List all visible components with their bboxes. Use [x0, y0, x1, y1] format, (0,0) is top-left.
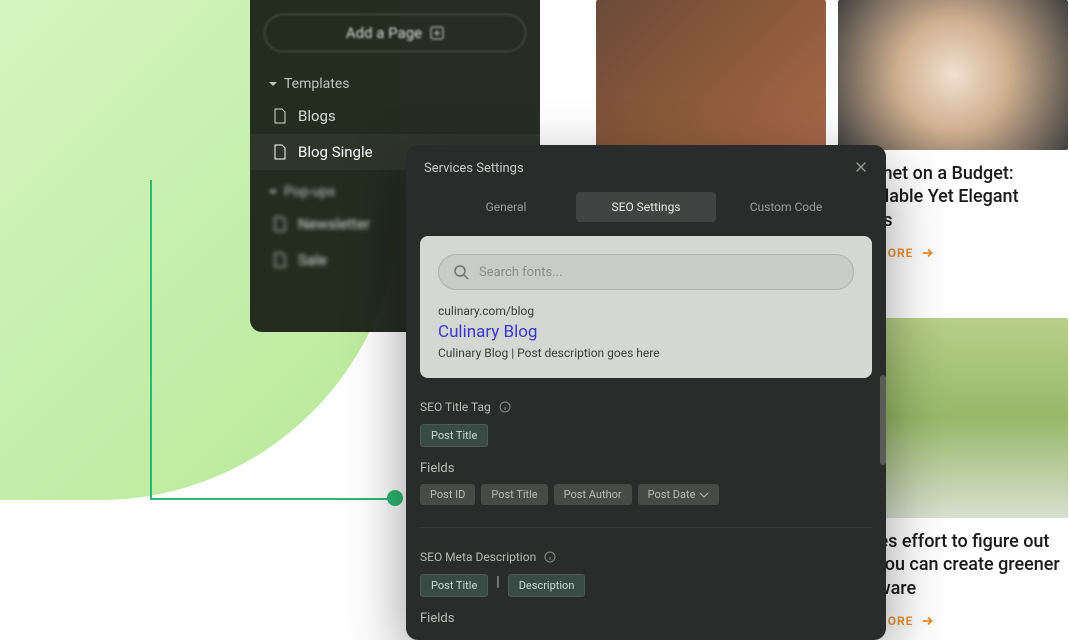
tab-custom-code[interactable]: Custom Code [716, 192, 856, 222]
chip-post-title[interactable]: Post Title [420, 574, 488, 597]
chevron-down-icon [699, 490, 709, 500]
field-chip[interactable]: Post Title [481, 484, 547, 505]
info-icon[interactable] [544, 551, 556, 563]
chip-description[interactable]: Description [508, 574, 586, 597]
article-card [596, 0, 826, 150]
search-icon [453, 264, 469, 280]
chip-post-title[interactable]: Post Title [420, 424, 488, 447]
arrow-right-icon [921, 614, 935, 628]
templates-section-toggle[interactable]: Templates [250, 70, 540, 98]
search-input[interactable]: Search fonts... [438, 254, 854, 290]
selected-chips: Post Title | Description [420, 574, 872, 597]
divider [420, 527, 872, 528]
sidebar-item-blogs[interactable]: Blogs [250, 98, 540, 134]
selected-chips: Post Title [420, 424, 872, 447]
field-chip-dropdown[interactable]: Post Date [638, 484, 720, 505]
panel-title: Services Settings [424, 161, 524, 176]
close-icon [854, 160, 868, 174]
services-settings-panel: Services Settings General SEO Settings C… [406, 145, 886, 640]
search-placeholder: Search fonts... [479, 265, 563, 280]
seo-preview-card: Search fonts... culinary.com/blog Culina… [420, 236, 872, 378]
fields-label: Fields [420, 461, 872, 476]
scrollbar[interactable] [880, 375, 886, 465]
page-icon [272, 216, 288, 232]
tab-general[interactable]: General [436, 192, 576, 222]
seo-title-section: SEO Title Tag Post Title Fields Post ID … [420, 400, 872, 505]
arrow-right-icon [921, 246, 935, 260]
page-icon [272, 144, 288, 160]
field-chip[interactable]: Post Author [554, 484, 632, 505]
page-icon [272, 108, 288, 124]
bracket-dot [387, 490, 403, 506]
article-image [596, 0, 826, 150]
seo-meta-label: SEO Meta Description [420, 550, 872, 564]
fields-label: Fields [420, 611, 872, 626]
available-fields: Post ID Post Title Post Author Post Date [420, 484, 872, 505]
info-icon[interactable] [499, 401, 511, 413]
article-image [838, 0, 1068, 150]
preview-description: Culinary Blog | Post description goes he… [438, 346, 854, 360]
add-page-button[interactable]: Add a Page [264, 14, 526, 52]
plus-icon [430, 26, 444, 40]
page-icon [272, 252, 288, 268]
chevron-down-icon [268, 187, 278, 197]
preview-url: culinary.com/blog [438, 304, 854, 318]
tab-seo-settings[interactable]: SEO Settings [576, 192, 716, 222]
seo-title-label: SEO Title Tag [420, 400, 872, 414]
close-button[interactable] [854, 159, 868, 178]
panel-header: Services Settings [406, 145, 886, 192]
chip-separator: | [494, 574, 501, 597]
settings-tabs: General SEO Settings Custom Code [406, 192, 886, 222]
seo-meta-section: SEO Meta Description Post Title | Descri… [420, 550, 872, 627]
panel-body: Search fonts... culinary.com/blog Culina… [406, 222, 886, 627]
preview-title: Culinary Blog [438, 322, 854, 342]
field-chip[interactable]: Post ID [420, 484, 475, 505]
chevron-down-icon [268, 79, 278, 89]
